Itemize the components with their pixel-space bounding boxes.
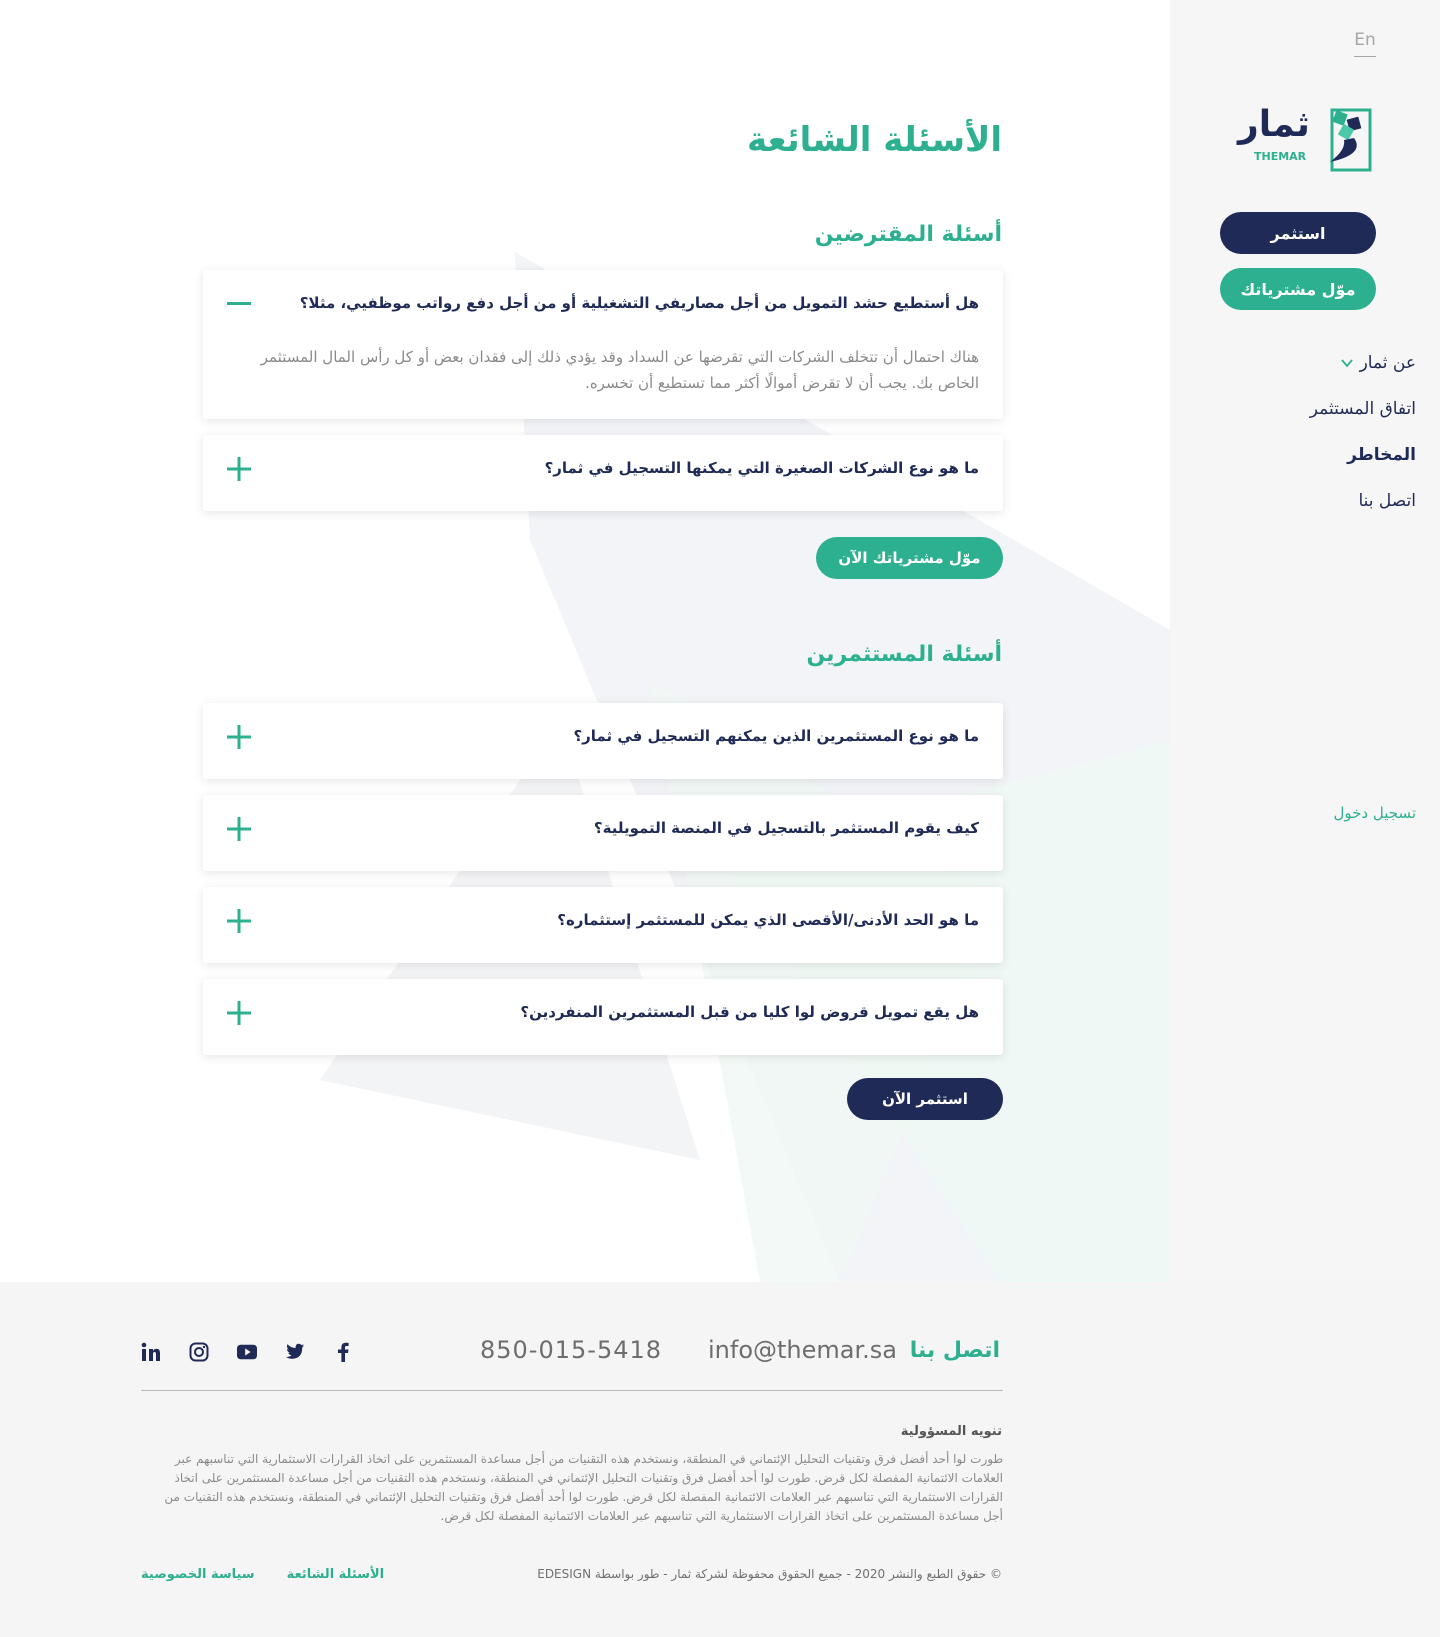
- minus-icon[interactable]: [227, 292, 251, 316]
- faq-item-investors-4[interactable]: هل يقع تمويل قروض لوا كليا من قبل المستث…: [203, 979, 1003, 1055]
- faq-question: هل يقع تمويل قروض لوا كليا من قبل المستث…: [520, 1003, 979, 1021]
- faq-item-borrowers-1[interactable]: هل أستطيع حشد التمويل من أجل مصاريفي الت…: [203, 270, 1003, 419]
- faq-item-investors-1[interactable]: ما هو نوع المستثمرين الذين يمكنهم التسجي…: [203, 703, 1003, 779]
- disclaimer-title: تنويه المسؤولية: [900, 1424, 1002, 1439]
- investors-section-title: أسئلة المستثمرين: [806, 642, 1002, 667]
- nav-item-investor-agreement[interactable]: اتفاق المستثمر: [1310, 396, 1416, 442]
- faq-question: ما هو الحد الأدنى/الأقصى الذي يمكن للمست…: [557, 911, 979, 929]
- footer: اتصل بنا info@themar.sa 850-015-5418 تنو…: [0, 1282, 1440, 1637]
- page-title: الأسئلة الشائعة: [747, 120, 1002, 160]
- nav-item-about[interactable]: عن ثمار: [1310, 350, 1416, 396]
- faq-item-borrowers-2[interactable]: ما هو نوع الشركات الصغيرة التي يمكنها ال…: [203, 435, 1003, 511]
- finance-now-button[interactable]: موّل مشترياتك الآن: [816, 537, 1003, 579]
- main-content: الأسئلة الشائعة أسئلة المقترضين هل أستطي…: [0, 0, 1170, 1282]
- themar-logo[interactable]: ثمار THEMAR: [1234, 104, 1374, 176]
- logo-text-en: THEMAR: [1254, 150, 1307, 163]
- chevron-down-icon: [1341, 359, 1353, 368]
- finance-purchases-button[interactable]: موّل مشترياتك: [1220, 268, 1376, 310]
- footer-divider: [141, 1390, 1003, 1391]
- invest-button[interactable]: استثمر: [1220, 212, 1376, 254]
- contact-phone[interactable]: 850-015-5418: [480, 1336, 662, 1364]
- faq-question: ما هو نوع الشركات الصغيرة التي يمكنها ال…: [544, 459, 979, 477]
- faq-item-investors-3[interactable]: ما هو الحد الأدنى/الأقصى الذي يمكن للمست…: [203, 887, 1003, 963]
- faq-link[interactable]: الأسئلة الشائعة: [287, 1567, 385, 1582]
- login-link[interactable]: تسجيل دخول: [1334, 804, 1417, 822]
- instagram-icon[interactable]: [189, 1342, 209, 1362]
- faq-item-investors-2[interactable]: كيف يقوم المستثمر بالتسجيل في المنصة الت…: [203, 795, 1003, 871]
- plus-icon[interactable]: [227, 457, 251, 481]
- footer-links: سياسة الخصوصية الأسئلة الشائعة: [141, 1567, 384, 1582]
- language-switch[interactable]: En: [1354, 30, 1376, 57]
- privacy-policy-link[interactable]: سياسة الخصوصية: [141, 1567, 255, 1582]
- faq-question: كيف يقوم المستثمر بالتسجيل في المنصة الت…: [593, 819, 979, 837]
- disclaimer-text: طورت لوا أحد أفضل فرق وتقنيات التحليل ال…: [164, 1452, 1003, 1523]
- plus-icon[interactable]: [227, 725, 251, 749]
- contact-label: اتصل بنا: [909, 1338, 1000, 1363]
- linkedin-icon[interactable]: [141, 1342, 161, 1362]
- nav-item-contact[interactable]: اتصل بنا: [1310, 488, 1416, 534]
- twitter-icon[interactable]: [285, 1342, 305, 1362]
- invest-now-button[interactable]: استثمر الآن: [847, 1078, 1003, 1120]
- copyright-text: © حقوق الطبع والنشر 2020 - جميع الحقوق م…: [537, 1567, 1002, 1581]
- facebook-icon[interactable]: [333, 1342, 353, 1362]
- social-links: [141, 1342, 353, 1362]
- contact-email[interactable]: info@themar.sa: [708, 1336, 897, 1364]
- youtube-icon[interactable]: [237, 1342, 257, 1362]
- borrowers-section-title: أسئلة المقترضين: [814, 222, 1002, 247]
- nav-item-label: عن ثمار: [1359, 353, 1416, 373]
- faq-answer: هناك احتمال أن تتخلف الشركات التي تقرضها…: [260, 348, 979, 392]
- plus-icon[interactable]: [227, 1001, 251, 1025]
- nav-item-risks[interactable]: المخاطر: [1310, 442, 1416, 488]
- plus-icon[interactable]: [227, 817, 251, 841]
- sidebar-nav: عن ثمار اتفاق المستثمر المخاطر اتصل بنا: [1310, 350, 1416, 534]
- sidebar: En ثمار THEMAR استثمر موّل مشترياتك عن ث…: [1170, 0, 1440, 1282]
- faq-question: هل أستطيع حشد التمويل من أجل مصاريفي الت…: [299, 294, 979, 312]
- logo-text-ar: ثمار: [1238, 104, 1310, 145]
- plus-icon[interactable]: [227, 909, 251, 933]
- faq-question: ما هو نوع المستثمرين الذين يمكنهم التسجي…: [573, 727, 979, 745]
